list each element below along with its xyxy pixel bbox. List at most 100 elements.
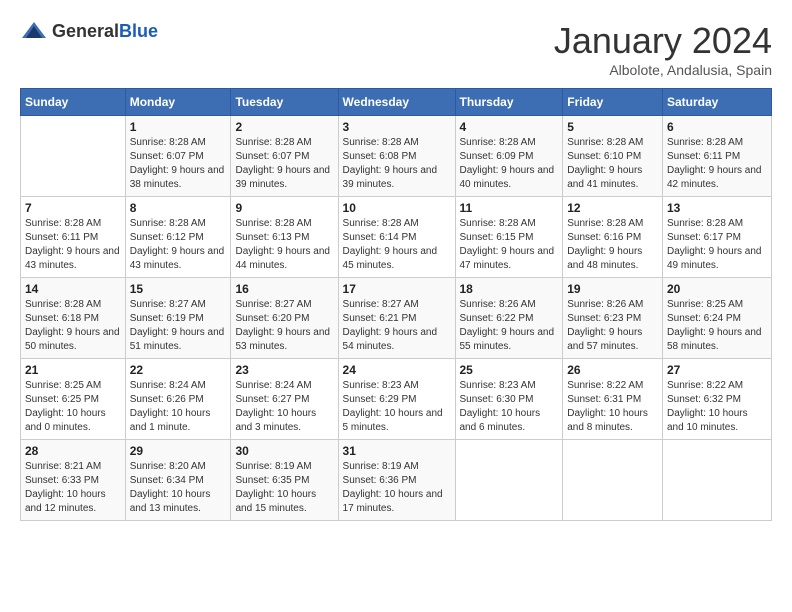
day-number: 23 bbox=[235, 363, 333, 377]
day-number: 31 bbox=[343, 444, 451, 458]
day-info: Sunrise: 8:28 AMSunset: 6:13 PMDaylight:… bbox=[235, 217, 333, 273]
calendar-cell: 28 Sunrise: 8:21 AMSunset: 6:33 PMDayligh… bbox=[21, 440, 126, 521]
day-info: Sunrise: 8:20 AMSunset: 6:34 PMDaylight:… bbox=[130, 460, 227, 516]
calendar-cell: 6 Sunrise: 8:28 AMSunset: 6:11 PMDaylight… bbox=[662, 116, 771, 197]
day-number: 20 bbox=[667, 282, 767, 296]
calendar-cell bbox=[455, 440, 563, 521]
day-info: Sunrise: 8:28 AMSunset: 6:12 PMDaylight:… bbox=[130, 217, 227, 273]
title-block: January 2024 Albolote, Andalusia, Spain bbox=[554, 20, 772, 78]
calendar-cell: 27Sunrise: 8:22 AMSunset: 6:32 PMDayligh… bbox=[662, 359, 771, 440]
calendar-cell bbox=[21, 116, 126, 197]
day-number: 16 bbox=[235, 282, 333, 296]
calendar-cell: 18 Sunrise: 8:26 AMSunset: 6:22 PMDayligh… bbox=[455, 278, 563, 359]
calendar-cell: 2Sunrise: 8:28 AMSunset: 6:07 PMDaylight… bbox=[231, 116, 338, 197]
calendar-cell: 16 Sunrise: 8:27 AMSunset: 6:20 PMDayligh… bbox=[231, 278, 338, 359]
day-number: 5 bbox=[567, 120, 658, 134]
day-number: 25 bbox=[460, 363, 559, 377]
calendar-cell: 23 Sunrise: 8:24 AMSunset: 6:27 PMDayligh… bbox=[231, 359, 338, 440]
calendar-cell: 1 Sunrise: 8:28 AMSunset: 6:07 PMDaylight… bbox=[125, 116, 231, 197]
day-info: Sunrise: 8:28 AMSunset: 6:15 PMDaylight:… bbox=[460, 217, 559, 273]
day-info: Sunrise: 8:27 AMSunset: 6:21 PMDaylight:… bbox=[343, 298, 451, 354]
day-info: Sunrise: 8:28 AMSunset: 6:07 PMDaylight:… bbox=[235, 136, 333, 192]
day-info: Sunrise: 8:23 AMSunset: 6:30 PMDaylight:… bbox=[460, 379, 559, 435]
logo-text: GeneralBlue bbox=[52, 21, 158, 42]
day-number: 27 bbox=[667, 363, 767, 377]
month-title: January 2024 bbox=[554, 20, 772, 62]
header-saturday: Saturday bbox=[662, 89, 771, 116]
calendar-cell: 13 Sunrise: 8:28 AMSunset: 6:17 PMDayligh… bbox=[662, 197, 771, 278]
calendar-cell: 4Sunrise: 8:28 AMSunset: 6:09 PMDaylight… bbox=[455, 116, 563, 197]
calendar-week-5: 28 Sunrise: 8:21 AMSunset: 6:33 PMDayligh… bbox=[21, 440, 772, 521]
day-number: 22 bbox=[130, 363, 227, 377]
day-info: Sunrise: 8:26 AMSunset: 6:23 PMDaylight:… bbox=[567, 298, 658, 354]
calendar-cell bbox=[662, 440, 771, 521]
day-info: Sunrise: 8:21 AMSunset: 6:33 PMDaylight:… bbox=[25, 460, 121, 516]
day-info: Sunrise: 8:28 AMSunset: 6:09 PMDaylight:… bbox=[460, 136, 559, 192]
logo-blue: Blue bbox=[119, 21, 158, 41]
day-number: 11 bbox=[460, 201, 559, 215]
calendar-cell: 8 Sunrise: 8:28 AMSunset: 6:12 PMDaylight… bbox=[125, 197, 231, 278]
header-thursday: Thursday bbox=[455, 89, 563, 116]
calendar-cell: 26 Sunrise: 8:22 AMSunset: 6:31 PMDayligh… bbox=[563, 359, 663, 440]
day-number: 30 bbox=[235, 444, 333, 458]
calendar-cell: 25 Sunrise: 8:23 AMSunset: 6:30 PMDayligh… bbox=[455, 359, 563, 440]
day-number: 28 bbox=[25, 444, 121, 458]
day-number: 9 bbox=[235, 201, 333, 215]
day-info: Sunrise: 8:19 AMSunset: 6:35 PMDaylight:… bbox=[235, 460, 333, 516]
day-number: 10 bbox=[343, 201, 451, 215]
day-number: 26 bbox=[567, 363, 658, 377]
calendar-cell: 31 Sunrise: 8:19 AMSunset: 6:36 PMDayligh… bbox=[338, 440, 455, 521]
day-info: Sunrise: 8:28 AMSunset: 6:11 PMDaylight:… bbox=[25, 217, 121, 273]
day-info: Sunrise: 8:28 AMSunset: 6:10 PMDaylight:… bbox=[567, 136, 658, 192]
day-info: Sunrise: 8:22 AMSunset: 6:31 PMDaylight:… bbox=[567, 379, 658, 435]
logo-icon bbox=[20, 20, 48, 42]
day-info: Sunrise: 8:24 AMSunset: 6:27 PMDaylight:… bbox=[235, 379, 333, 435]
day-info: Sunrise: 8:25 AMSunset: 6:25 PMDaylight:… bbox=[25, 379, 121, 435]
calendar-cell: 15 Sunrise: 8:27 AMSunset: 6:19 PMDayligh… bbox=[125, 278, 231, 359]
day-number: 15 bbox=[130, 282, 227, 296]
day-info: Sunrise: 8:28 AMSunset: 6:14 PMDaylight:… bbox=[343, 217, 451, 273]
day-info: Sunrise: 8:24 AMSunset: 6:26 PMDaylight:… bbox=[130, 379, 227, 435]
day-number: 13 bbox=[667, 201, 767, 215]
calendar-cell: 12Sunrise: 8:28 AMSunset: 6:16 PMDayligh… bbox=[563, 197, 663, 278]
day-number: 8 bbox=[130, 201, 227, 215]
calendar-week-3: 14Sunrise: 8:28 AMSunset: 6:18 PMDayligh… bbox=[21, 278, 772, 359]
header-sunday: Sunday bbox=[21, 89, 126, 116]
calendar-cell: 19Sunrise: 8:26 AMSunset: 6:23 PMDayligh… bbox=[563, 278, 663, 359]
header-wednesday: Wednesday bbox=[338, 89, 455, 116]
day-number: 14 bbox=[25, 282, 121, 296]
day-number: 17 bbox=[343, 282, 451, 296]
day-info: Sunrise: 8:28 AMSunset: 6:08 PMDaylight:… bbox=[343, 136, 451, 192]
day-info: Sunrise: 8:28 AMSunset: 6:11 PMDaylight:… bbox=[667, 136, 767, 192]
calendar-cell: 20Sunrise: 8:25 AMSunset: 6:24 PMDayligh… bbox=[662, 278, 771, 359]
calendar-cell: 22 Sunrise: 8:24 AMSunset: 6:26 PMDayligh… bbox=[125, 359, 231, 440]
calendar-week-1: 1 Sunrise: 8:28 AMSunset: 6:07 PMDaylight… bbox=[21, 116, 772, 197]
day-number: 21 bbox=[25, 363, 121, 377]
logo: GeneralBlue bbox=[20, 20, 158, 42]
day-info: Sunrise: 8:19 AMSunset: 6:36 PMDaylight:… bbox=[343, 460, 451, 516]
day-info: Sunrise: 8:23 AMSunset: 6:29 PMDaylight:… bbox=[343, 379, 451, 435]
day-info: Sunrise: 8:26 AMSunset: 6:22 PMDaylight:… bbox=[460, 298, 559, 354]
calendar-cell: 9 Sunrise: 8:28 AMSunset: 6:13 PMDaylight… bbox=[231, 197, 338, 278]
day-number: 29 bbox=[130, 444, 227, 458]
day-number: 18 bbox=[460, 282, 559, 296]
calendar-cell: 21 Sunrise: 8:25 AMSunset: 6:25 PMDayligh… bbox=[21, 359, 126, 440]
calendar-cell: 3Sunrise: 8:28 AMSunset: 6:08 PMDaylight… bbox=[338, 116, 455, 197]
days-header-row: Sunday Monday Tuesday Wednesday Thursday… bbox=[21, 89, 772, 116]
day-number: 12 bbox=[567, 201, 658, 215]
day-info: Sunrise: 8:28 AMSunset: 6:17 PMDaylight:… bbox=[667, 217, 767, 273]
day-number: 1 bbox=[130, 120, 227, 134]
day-info: Sunrise: 8:27 AMSunset: 6:19 PMDaylight:… bbox=[130, 298, 227, 354]
calendar-week-4: 21 Sunrise: 8:25 AMSunset: 6:25 PMDayligh… bbox=[21, 359, 772, 440]
calendar-cell: 29 Sunrise: 8:20 AMSunset: 6:34 PMDayligh… bbox=[125, 440, 231, 521]
day-info: Sunrise: 8:27 AMSunset: 6:20 PMDaylight:… bbox=[235, 298, 333, 354]
header-monday: Monday bbox=[125, 89, 231, 116]
day-number: 6 bbox=[667, 120, 767, 134]
calendar-cell: 10 Sunrise: 8:28 AMSunset: 6:14 PMDayligh… bbox=[338, 197, 455, 278]
calendar-table: Sunday Monday Tuesday Wednesday Thursday… bbox=[20, 88, 772, 521]
calendar-cell: 11 Sunrise: 8:28 AMSunset: 6:15 PMDayligh… bbox=[455, 197, 563, 278]
day-info: Sunrise: 8:28 AMSunset: 6:07 PMDaylight:… bbox=[130, 136, 227, 192]
calendar-cell: 17 Sunrise: 8:27 AMSunset: 6:21 PMDayligh… bbox=[338, 278, 455, 359]
calendar-cell: 30 Sunrise: 8:19 AMSunset: 6:35 PMDayligh… bbox=[231, 440, 338, 521]
calendar-cell: 14Sunrise: 8:28 AMSunset: 6:18 PMDayligh… bbox=[21, 278, 126, 359]
